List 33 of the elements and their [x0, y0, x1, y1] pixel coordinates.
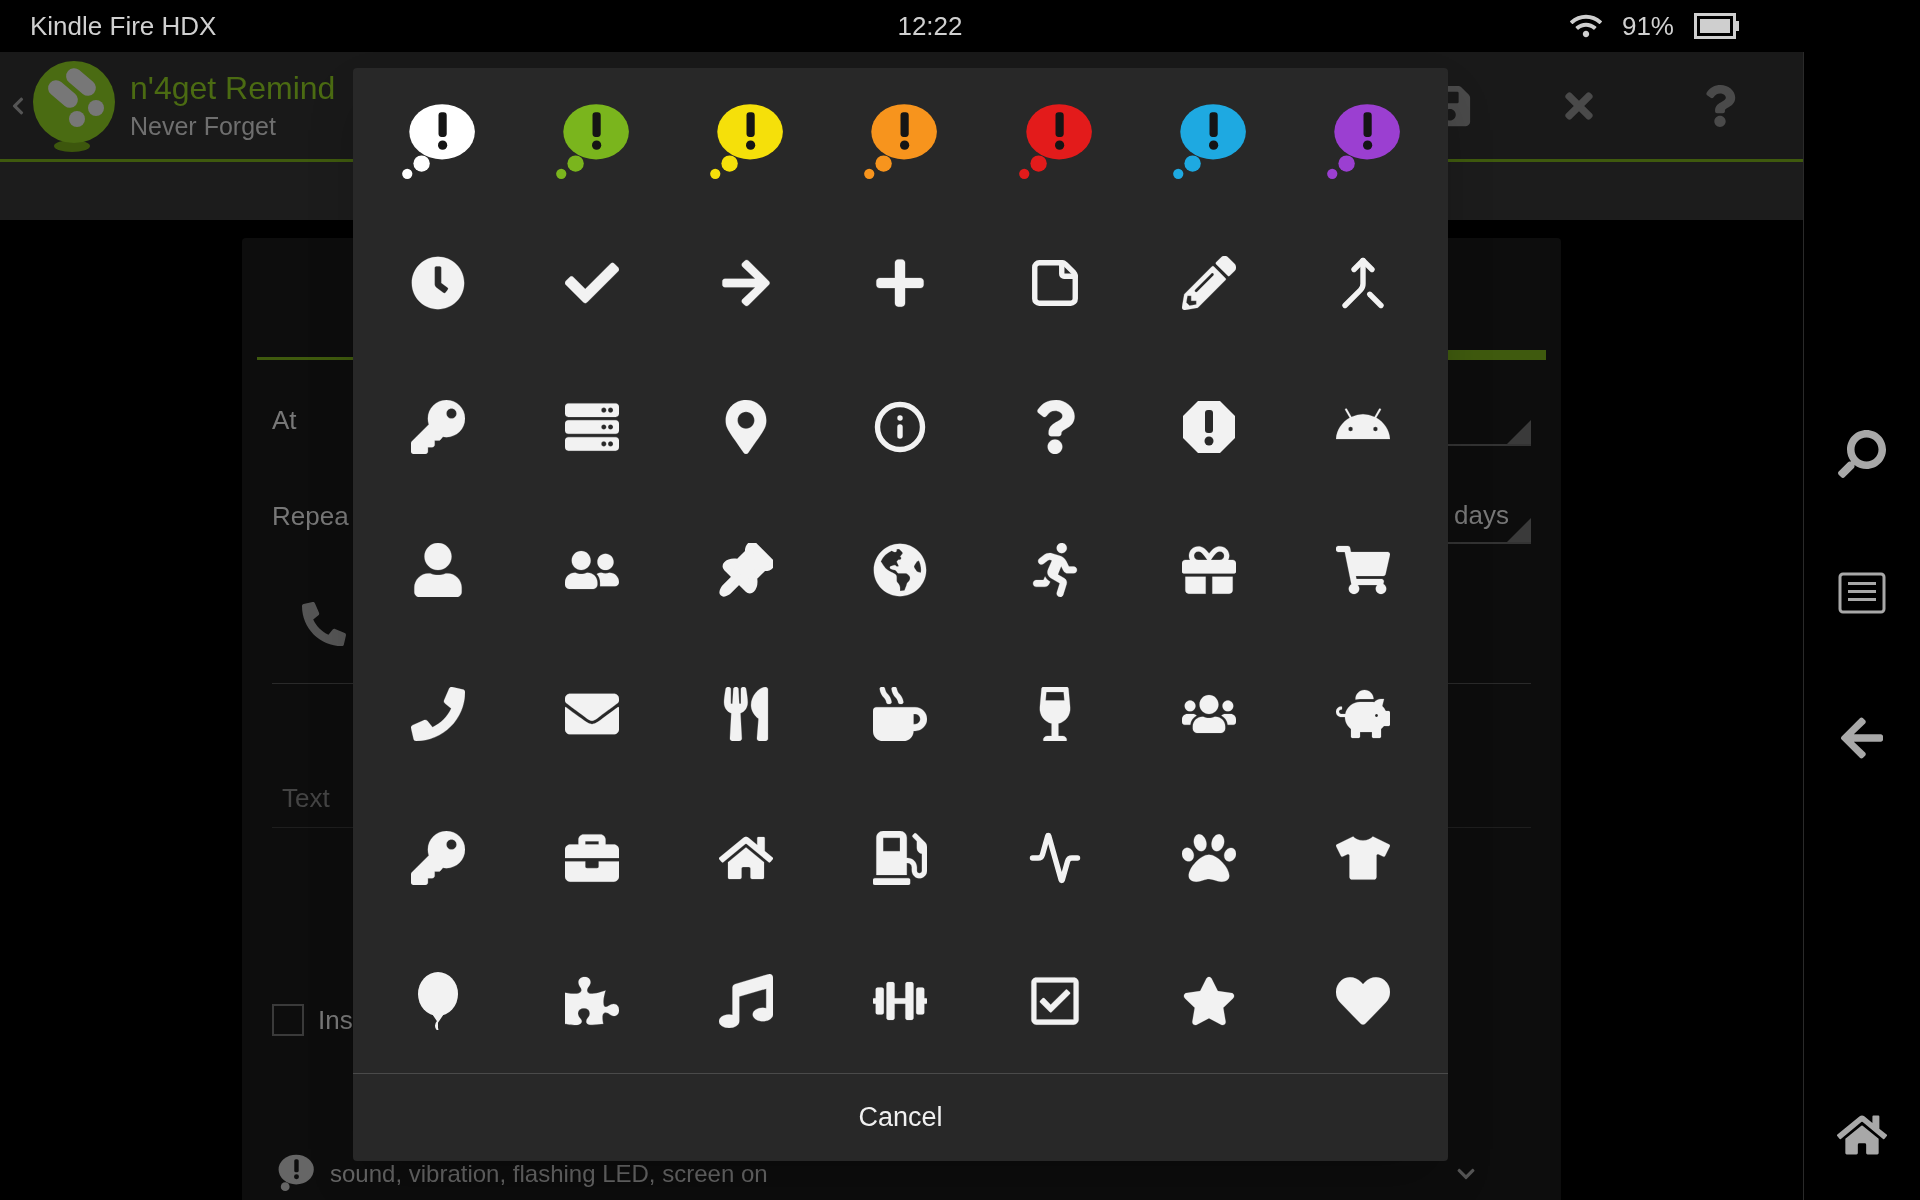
puzzle-piece-icon[interactable]	[565, 974, 620, 1029]
app-title: n'4get Remind	[130, 72, 336, 104]
at-label: At	[272, 403, 297, 437]
checkbox[interactable]	[272, 1004, 304, 1036]
coffee-cup-icon[interactable]	[873, 687, 928, 742]
balloon-icon[interactable]	[416, 972, 461, 1031]
music-note-icon[interactable]	[719, 974, 774, 1029]
heartbeat-icon[interactable]	[1027, 830, 1082, 885]
device-name: Kindle Fire HDX	[30, 9, 218, 43]
search-icon[interactable]	[1838, 430, 1886, 478]
clock-time: 12:22	[896, 9, 964, 43]
key-icon[interactable]	[411, 399, 466, 454]
warning-octagon-icon[interactable]	[1181, 399, 1236, 454]
app-subtitle: Never Forget	[130, 114, 277, 139]
fuel-pump-icon[interactable]	[873, 830, 928, 885]
globe-icon[interactable]	[873, 543, 928, 598]
menu-icon[interactable]	[1838, 572, 1886, 614]
app-logo[interactable]	[32, 59, 116, 152]
clock-icon[interactable]	[411, 256, 466, 311]
phone-icon[interactable]	[411, 687, 466, 742]
star-icon[interactable]	[1181, 974, 1236, 1029]
info-icon[interactable]	[873, 399, 928, 454]
alert-summary: sound, vibration, flashing LED, screen on	[330, 1159, 768, 1189]
old-key-icon[interactable]	[411, 830, 466, 885]
checkbox-label: Ins	[318, 1003, 353, 1037]
cancel-button[interactable]: Cancel	[353, 1074, 1448, 1161]
shopping-cart-icon[interactable]	[1335, 543, 1390, 598]
repeat-label: Repea	[272, 499, 349, 533]
piggy-bank-icon[interactable]	[1335, 687, 1390, 742]
pencil-icon[interactable]	[1181, 256, 1236, 311]
battery-icon	[1694, 13, 1740, 39]
battery-percent: 91%	[1621, 9, 1674, 43]
pushpin-icon[interactable]	[719, 543, 774, 598]
